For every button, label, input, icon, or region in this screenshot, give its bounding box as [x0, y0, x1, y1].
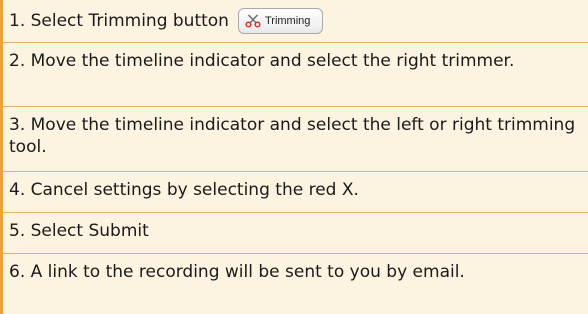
- scissors-icon: [245, 14, 261, 28]
- step-2-text: 2. Move the timeline indicator and selec…: [9, 51, 515, 71]
- step-4-text: 4. Cancel settings by selecting the red …: [9, 180, 359, 200]
- step-row-5: 5. Select Submit: [3, 212, 588, 253]
- step-row-4: 4. Cancel settings by selecting the red …: [3, 171, 588, 212]
- step-row-3: 3. Move the timeline indicator and selec…: [3, 106, 588, 171]
- step-5-text: 5. Select Submit: [9, 221, 149, 241]
- trimming-button[interactable]: Trimming: [237, 8, 324, 34]
- step-row-1: 1. Select Trimming button Trimming: [3, 0, 588, 42]
- step-row-6: 6. A link to the recording will be sent …: [3, 253, 588, 314]
- step-3-text: 3. Move the timeline indicator and selec…: [9, 115, 576, 157]
- trimming-button-label: Trimming: [264, 14, 311, 27]
- step-row-2: 2. Move the timeline indicator and selec…: [3, 42, 588, 106]
- step-1-text: 1. Select Trimming button: [9, 11, 229, 31]
- instruction-steps: 1. Select Trimming button Trimming 2. Mo…: [3, 0, 588, 314]
- step-6-text: 6. A link to the recording will be sent …: [9, 262, 465, 282]
